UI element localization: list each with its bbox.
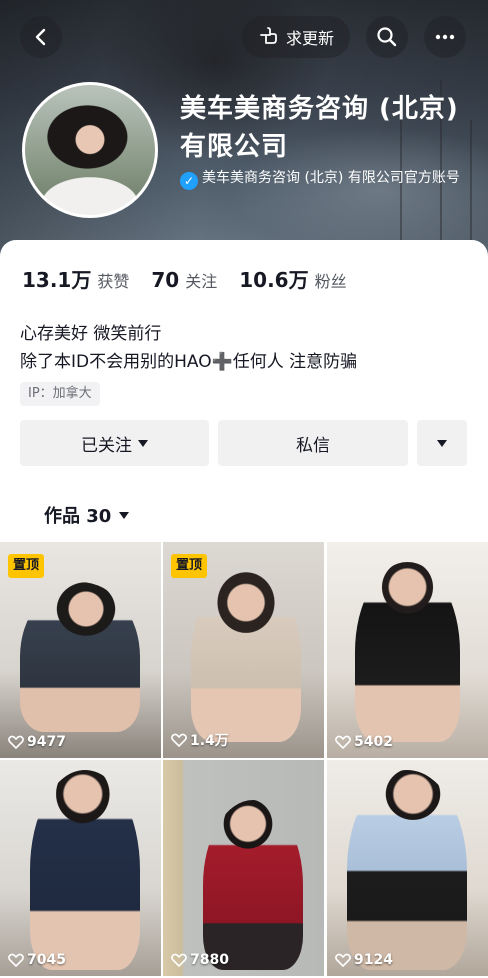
- bio-line: 心存美好 微笑前行: [20, 324, 162, 344]
- more-button[interactable]: [424, 16, 466, 58]
- like-count: 7045: [8, 952, 66, 968]
- likes-count: 13.1万: [22, 268, 92, 292]
- heart-icon: [8, 953, 24, 967]
- heart-icon: [171, 953, 187, 967]
- video-thumbnail[interactable]: 7045: [0, 760, 161, 976]
- video-thumbnail[interactable]: 5402: [327, 542, 488, 758]
- likes-stat[interactable]: 13.1万 获赞: [22, 264, 129, 293]
- like-count: 9124: [335, 952, 393, 968]
- message-button[interactable]: 私信: [218, 420, 408, 466]
- verified-line: ✓ 美车美商务咨询 (北京) 有限公司官方账号: [180, 168, 470, 190]
- heart-icon: [171, 733, 187, 747]
- thumbnail-figure: [30, 770, 140, 970]
- followed-label: 已关注: [81, 435, 132, 456]
- like-count: 5402: [335, 734, 393, 750]
- caret-down-icon: [119, 511, 130, 519]
- video-thumbnail[interactable]: 置顶 9477: [0, 542, 161, 758]
- caret-down-icon: [437, 439, 447, 447]
- followers-label: 粉丝: [314, 272, 347, 291]
- likes-label: 获赞: [97, 272, 130, 291]
- pointing-hand-icon: [260, 27, 277, 44]
- ip-location-tag: IP：加拿大: [20, 382, 100, 406]
- profile-header-cover: 求更新 美车美商务咨询 (北京) 有限公司 ✓ 美车美商务咨询 (北京) 有限公司…: [0, 0, 488, 260]
- following-label: 关注: [185, 272, 218, 291]
- verified-check-icon: ✓: [180, 172, 198, 190]
- chevron-left-icon: [35, 28, 46, 46]
- like-count: 7880: [171, 952, 229, 968]
- like-count-value: 5402: [354, 734, 393, 750]
- pinned-badge: 置顶: [8, 554, 45, 578]
- thumbnail-figure: [20, 582, 140, 732]
- thumbnail-figure: [347, 770, 467, 970]
- video-thumbnail[interactable]: 9124: [327, 760, 488, 976]
- heart-icon: [335, 953, 351, 967]
- more-dots-icon: [435, 34, 455, 40]
- profile-name: 美车美商务咨询 (北京) 有限公司: [180, 94, 459, 162]
- recommend-toggle-button[interactable]: [417, 420, 467, 466]
- like-count-value: 9124: [354, 952, 393, 968]
- thumbnail-figure: [191, 572, 301, 742]
- caret-down-icon: [138, 439, 148, 447]
- thumbnail-figure: [203, 800, 303, 970]
- following-count: 70: [151, 268, 180, 292]
- request-update-label: 求更新: [285, 29, 334, 48]
- profile-stats: 13.1万 获赞 70 关注 10.6万 粉丝: [22, 264, 369, 293]
- like-count-value: 7880: [190, 952, 229, 968]
- like-count: 1.4万: [171, 730, 229, 750]
- followers-stat[interactable]: 10.6万 粉丝: [239, 264, 346, 293]
- like-count: 9477: [8, 734, 66, 750]
- cover-tree: [470, 120, 472, 260]
- following-stat[interactable]: 70 关注: [151, 268, 217, 292]
- tab-works[interactable]: 作品 30: [44, 502, 130, 528]
- like-count-value: 1.4万: [190, 733, 229, 749]
- avatar[interactable]: [22, 82, 158, 218]
- pinned-badge: 置顶: [171, 554, 208, 578]
- bio-line: 除了本ID不会用别的HAO➕任何人 注意防骗: [20, 352, 358, 372]
- like-count-value: 7045: [27, 952, 66, 968]
- like-count-value: 9477: [27, 734, 66, 750]
- back-button[interactable]: [20, 16, 62, 58]
- heart-icon: [335, 735, 351, 749]
- followed-button[interactable]: 已关注: [20, 420, 209, 466]
- tab-works-label: 作品 30: [44, 506, 112, 527]
- message-label: 私信: [296, 435, 330, 456]
- heart-icon: [8, 735, 24, 749]
- thumbnail-figure: [355, 562, 460, 742]
- search-icon: [377, 27, 397, 47]
- followers-count: 10.6万: [239, 268, 309, 292]
- verified-text: 美车美商务咨询 (北京) 有限公司官方账号: [202, 170, 460, 186]
- video-thumbnail[interactable]: 置顶 1.4万: [163, 542, 324, 758]
- bio: 心存美好 微笑前行 除了本ID不会用别的HAO➕任何人 注意防骗: [20, 320, 357, 376]
- request-update-button[interactable]: 求更新: [242, 16, 350, 58]
- video-thumbnail[interactable]: 7880: [163, 760, 324, 976]
- search-button[interactable]: [366, 16, 408, 58]
